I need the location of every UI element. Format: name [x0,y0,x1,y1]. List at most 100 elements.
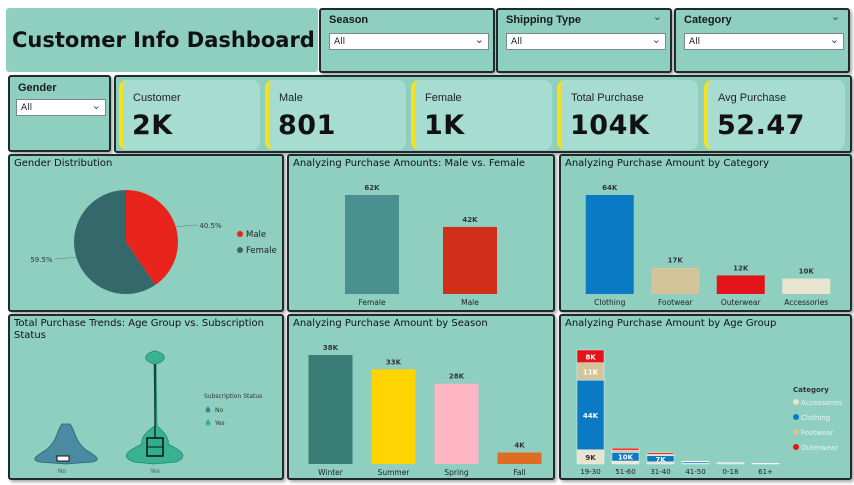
gender-dropdown[interactable]: All ⌄ [16,99,106,116]
male-vs-female-panel: Analyzing Purchase Amounts: Male vs. Fem… [287,154,555,312]
stack-seg-footwear [611,449,640,453]
by-season-chart: 38K Winter 33K Summer 28K Spring 4K Fall [308,344,542,477]
bar-accessories [782,278,831,294]
chevron-down-icon[interactable]: ⌄ [653,10,662,23]
legend-marker [793,414,799,420]
slice-leader-line [175,224,198,228]
gender-pie-chart: 40.5% 59.5% Male Female [30,190,277,294]
kpi-card-avg-purchase: Avg Purchase 52.47 [704,80,845,150]
chevron-down-icon[interactable]: ⌄ [831,10,840,23]
tick-label: Fall [513,468,525,477]
data-label: 9K [585,454,596,462]
season-label: Season [329,14,369,26]
chart-title: Total Purchase Trends: Age Group vs. Sub… [14,318,265,341]
shipping-value: All [511,37,523,47]
tick-label: 51-60 [615,468,635,476]
data-label: 11K [583,368,599,376]
legend-label: Male [246,230,266,240]
tick-label: Spring [444,468,468,477]
legend-marker [205,419,211,426]
season-slicer: Season All ⌄ [319,8,495,73]
kpi-card-female: Female 1K [411,80,552,150]
tick-label: 61+ [758,468,773,476]
kpi-label: Female [425,92,462,104]
legend-label: Accessories [801,399,842,407]
legend-marker [205,406,211,413]
chevron-down-icon: ⌄ [474,33,484,46]
kpi-value: 104K [570,110,650,141]
kpi-value: 2K [132,110,173,141]
box-no [56,455,70,462]
data-label: 10K [618,454,634,462]
slice-label: 40.5% [199,222,222,230]
data-label: 42K [462,216,478,224]
shipping-slicer: Shipping Type ⌄ All ⌄ [496,8,672,73]
bar-male [443,226,497,294]
tick-label: Yes [149,468,160,475]
by-age-panel: Analyzing Purchase Amount by Age Group 9… [559,314,852,480]
tick-label: 41-50 [685,468,705,476]
data-label: 12K [733,264,749,272]
season-dropdown[interactable]: All ⌄ [329,33,489,50]
data-label: 38K [323,344,339,352]
category-dropdown[interactable]: All ⌄ [684,33,844,50]
data-label: 62K [364,184,380,192]
legend-marker [793,429,799,435]
male-vs-female-chart: 62K Female 42K Male [345,184,497,307]
bar-spring [434,383,479,464]
season-value: All [334,37,346,47]
data-label: 10K [799,268,815,276]
gender-slicer: Gender All ⌄ [8,75,111,152]
data-label: 44K [583,412,599,420]
kpi-label: Male [279,92,303,104]
by-category-panel: Analyzing Purchase Amount by Category 64… [559,154,852,312]
legend-label: No [215,407,223,414]
data-label: 17K [668,257,684,265]
by-category-chart: 64K Clothing 17K Footwear 12K Outerwear 10K Acc… [585,184,831,307]
tick-label: Clothing [594,298,625,307]
kpi-card-male: Male 801 [265,80,406,150]
legend-label: Clothing [801,414,830,422]
age-subscription-chart: No Yes Subscription Status No Yes [34,350,262,475]
stack-seg-outerwear [646,452,675,455]
dashboard-title: Customer Info Dashboard [12,28,315,52]
legend-label: Outerwear [801,444,838,452]
category-slicer: Category ⌄ All ⌄ [674,8,850,73]
bar-fall [497,452,542,464]
gender-value: All [21,103,33,113]
chart-title: Gender Distribution [14,158,113,169]
by-age-chart: 9K 44K 11K 8K 19-30 10K 51-60 7K 31-40 41-50 0-18 6… [576,349,842,476]
data-label: 64K [602,184,618,192]
title-panel: Customer Info Dashboard [6,8,318,72]
bar-female [345,195,399,294]
bar-clothing [585,195,634,294]
bar-footwear [651,267,700,294]
legend-label: Yes [214,420,225,427]
tick-label: 0-18 [723,468,739,476]
tick-label: Male [461,298,479,307]
tick-label: 19-30 [580,468,600,476]
data-label: 33K [386,358,402,366]
tick-label: Footwear [658,298,694,307]
gender-label: Gender [18,82,57,94]
kpi-card-total-purchase: Total Purchase 104K [557,80,698,150]
legend-title: Category [793,386,829,394]
tick-label: Winter [318,468,344,477]
legend-marker [237,231,243,237]
kpi-value: 801 [278,110,336,141]
data-label: 4K [514,442,525,450]
tick-label: No [58,468,66,475]
stack-seg-outerwear [611,447,640,451]
chevron-down-icon: ⌄ [651,33,661,46]
tick-label: Accessories [784,298,828,307]
kpi-value: 1K [424,110,465,141]
chevron-down-icon: ⌄ [91,99,101,112]
tick-label: Summer [378,468,411,477]
legend-label: Female [246,246,277,256]
data-label: 28K [449,373,465,381]
tick-label: Female [358,298,386,307]
category-label: Category [684,14,732,26]
bar-summer [371,369,416,464]
shipping-dropdown[interactable]: All ⌄ [506,33,666,50]
data-label: 8K [585,353,596,361]
